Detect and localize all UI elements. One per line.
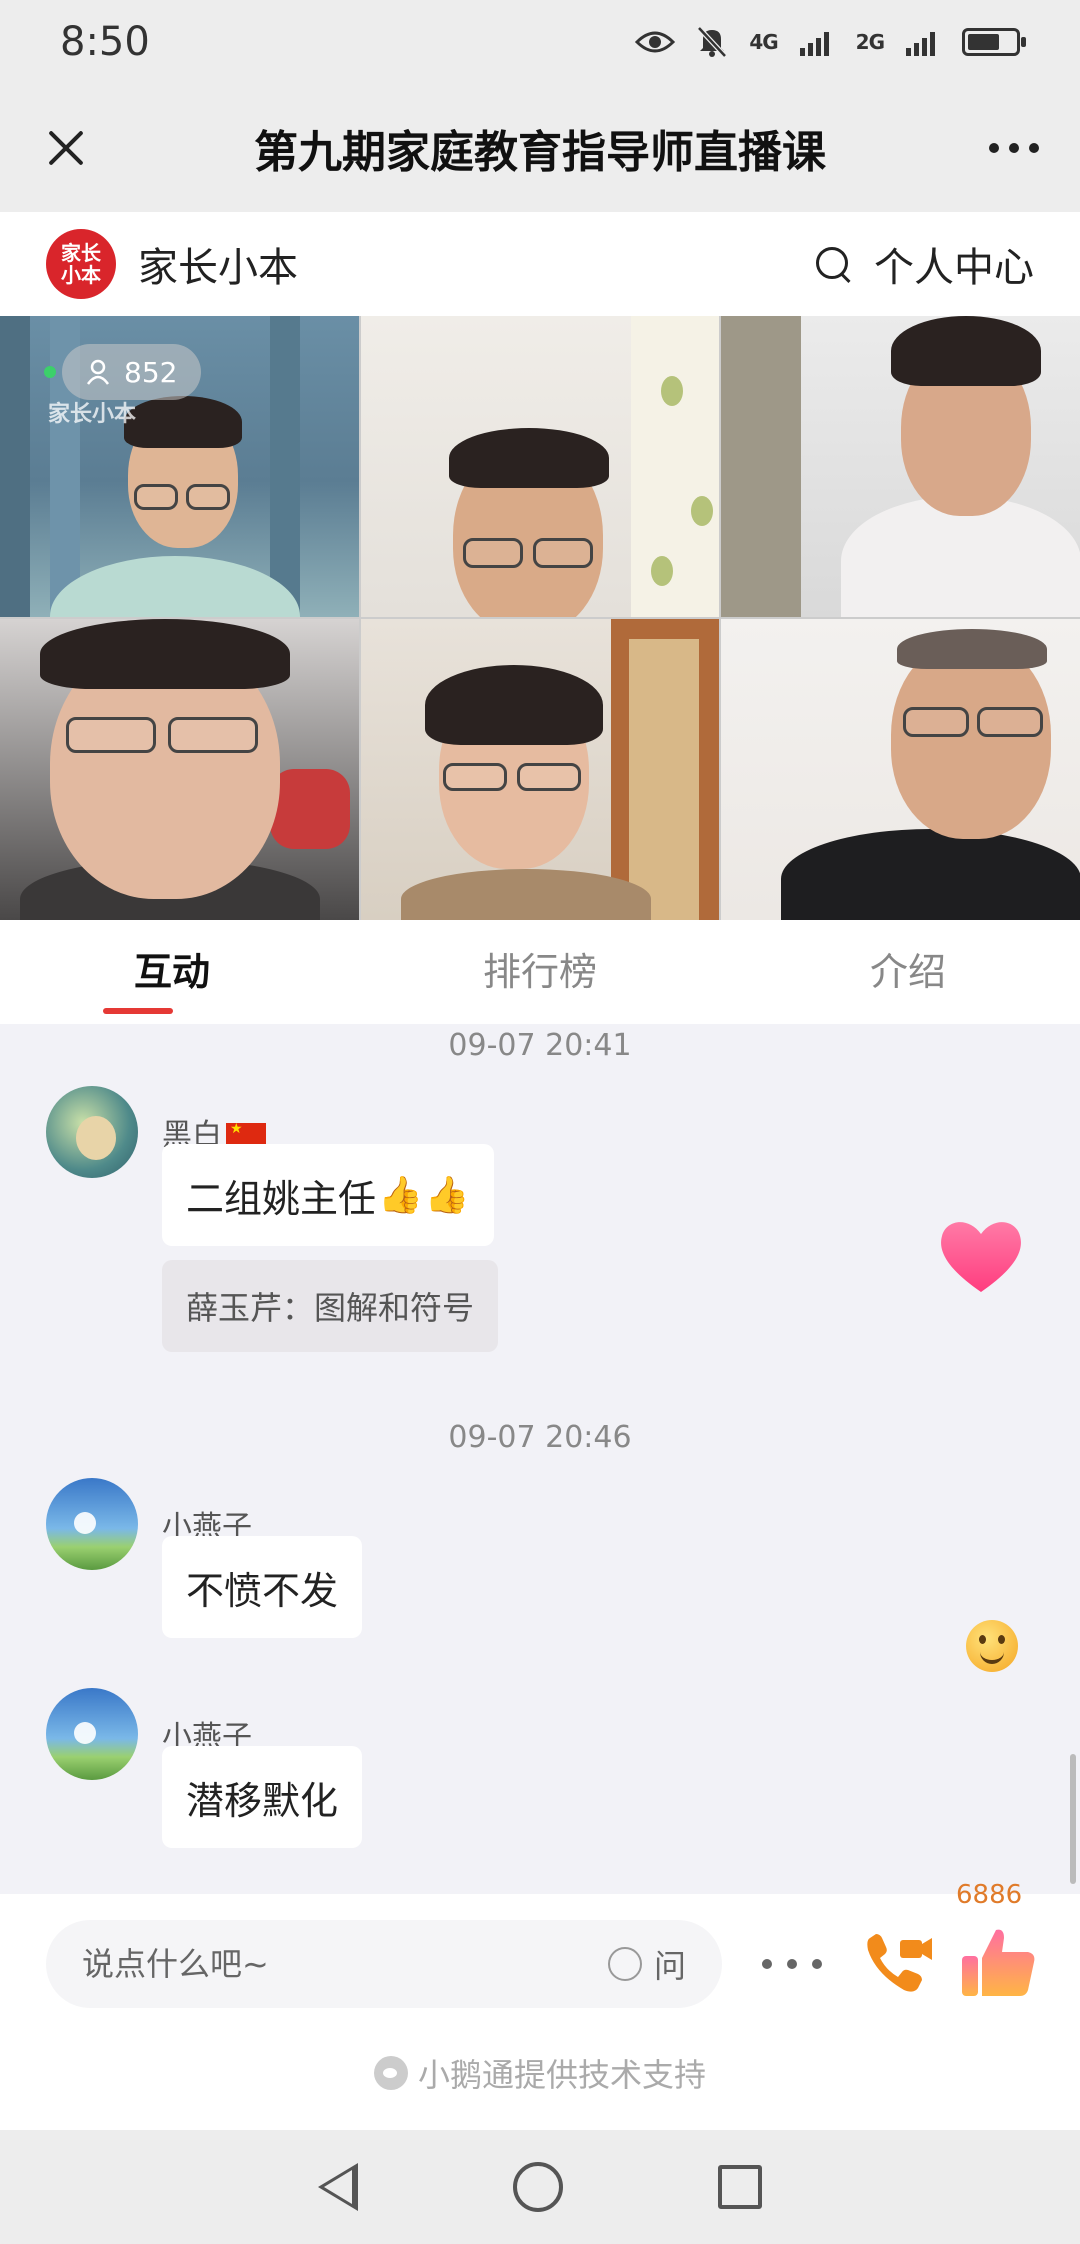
live-indicator	[44, 366, 56, 378]
brand-logo[interactable]: 家长小本	[46, 229, 116, 299]
video-call-icon[interactable]	[860, 1924, 936, 2000]
avatar[interactable]	[46, 1086, 138, 1178]
personal-center-link[interactable]: 个人中心	[874, 235, 1034, 293]
network-2g-indicator: 2G	[855, 30, 885, 54]
home-icon[interactable]	[512, 2162, 563, 2212]
signal-icon-2	[906, 32, 935, 56]
eye-icon	[635, 31, 676, 53]
smiley-icon	[966, 1620, 1018, 1672]
video-tile-participant-4[interactable]	[0, 619, 359, 920]
chat-message[interactable]: 潜移默化	[162, 1746, 363, 1848]
avatar[interactable]	[46, 1688, 138, 1780]
comment-input-box[interactable]: 问	[46, 1920, 722, 2008]
like-icon[interactable]	[958, 1922, 1038, 2002]
chat-scrollbar[interactable]	[1070, 1754, 1076, 1884]
search-icon[interactable]	[814, 245, 852, 283]
ask-question-toggle[interactable]: 问	[607, 1941, 686, 1987]
video-tile-participant-2[interactable]	[360, 316, 720, 617]
message-text: 不愤不发	[186, 1568, 339, 1613]
dot-icon	[989, 143, 999, 153]
dot-icon	[762, 1959, 772, 1969]
status-bar: 8:50 4G 2G	[0, 0, 1080, 84]
network-4g-indicator: 4G	[749, 30, 778, 54]
video-watermark: 家长小本	[48, 402, 137, 427]
status-icons: 4G 2G	[635, 26, 1026, 58]
chat-timestamp: 09-07 20:41	[448, 1028, 632, 1063]
video-tile-host[interactable]: 852 家长小本	[0, 316, 359, 617]
video-tile-participant-5[interactable]	[360, 619, 720, 920]
status-time: 8:50	[60, 19, 150, 65]
quote-text: 薛玉芹：图解和符号	[186, 1289, 475, 1327]
quoted-message[interactable]: 薛玉芹：图解和符号	[162, 1260, 499, 1352]
app-header: 家长小本 家长小本 个人中心	[0, 212, 1080, 316]
more-options-button[interactable]	[978, 120, 1050, 176]
tab-introduction[interactable]: 介绍	[734, 920, 1080, 1024]
xiaoe-logo-icon	[373, 2056, 408, 2090]
header-actions: 个人中心	[814, 235, 1034, 293]
page-title: 第九期家庭教育指导师直播课	[254, 127, 826, 178]
video-grid: 852 家长小本	[0, 316, 1080, 920]
brand-name[interactable]: 家长小本	[138, 235, 298, 293]
chat-message[interactable]: 不愤不发	[162, 1536, 363, 1638]
system-nav-bar	[0, 2130, 1080, 2244]
logo-text: 家长小本	[61, 241, 101, 287]
dot-icon	[1009, 143, 1019, 153]
bottom-input-bar: 问 6886 小鹅通提供技术支持	[0, 1880, 1080, 2130]
message-text: 潜移默化	[186, 1778, 339, 1823]
thumbs-up-icon: 👍	[378, 1175, 423, 1216]
more-actions-button[interactable]	[762, 1946, 822, 1982]
checkbox-circle-icon[interactable]	[607, 1947, 642, 1981]
thumbs-up-icon: 👍	[424, 1175, 470, 1216]
chat-area[interactable]: 09-07 20:41 黑白 二组姚主任 👍 👍 薛玉芹：图解和符号 09-07…	[0, 1024, 1080, 1894]
tab-interaction[interactable]: 互动	[0, 920, 346, 1024]
dot-icon	[1029, 143, 1039, 153]
message-text: 二组姚主任	[186, 1176, 377, 1221]
heart-icon	[941, 1222, 1021, 1292]
ask-label: 问	[653, 1947, 686, 1985]
user-icon	[86, 359, 110, 385]
viewer-count: 852	[124, 355, 178, 389]
video-tile-participant-6[interactable]	[721, 619, 1080, 920]
tab-ranking[interactable]: 排行榜	[346, 920, 734, 1024]
chat-message[interactable]: 二组姚主任 👍 👍	[162, 1144, 494, 1246]
signal-icon	[799, 32, 829, 56]
powered-by-footer: 小鹅通提供技术支持	[0, 2050, 1080, 2096]
mute-bell-icon	[697, 26, 728, 58]
like-count: 6886	[956, 1880, 1023, 1910]
battery-icon	[962, 28, 1026, 56]
back-icon[interactable]	[317, 2163, 358, 2211]
video-tile-participant-3[interactable]	[721, 316, 1080, 617]
tab-bar: 互动 排行榜 介绍	[0, 920, 1080, 1024]
powered-by-text: 小鹅通提供技术支持	[417, 2056, 706, 2094]
avatar[interactable]	[46, 1478, 138, 1570]
recent-apps-icon[interactable]	[718, 2165, 763, 2209]
dot-icon	[812, 1959, 822, 1969]
viewer-count-badge: 852	[62, 344, 202, 400]
close-button[interactable]	[30, 112, 102, 184]
title-bar: 第九期家庭教育指导师直播课	[0, 84, 1080, 212]
comment-input[interactable]	[82, 1945, 608, 1983]
chat-timestamp: 09-07 20:46	[448, 1420, 632, 1455]
dot-icon	[787, 1959, 797, 1969]
